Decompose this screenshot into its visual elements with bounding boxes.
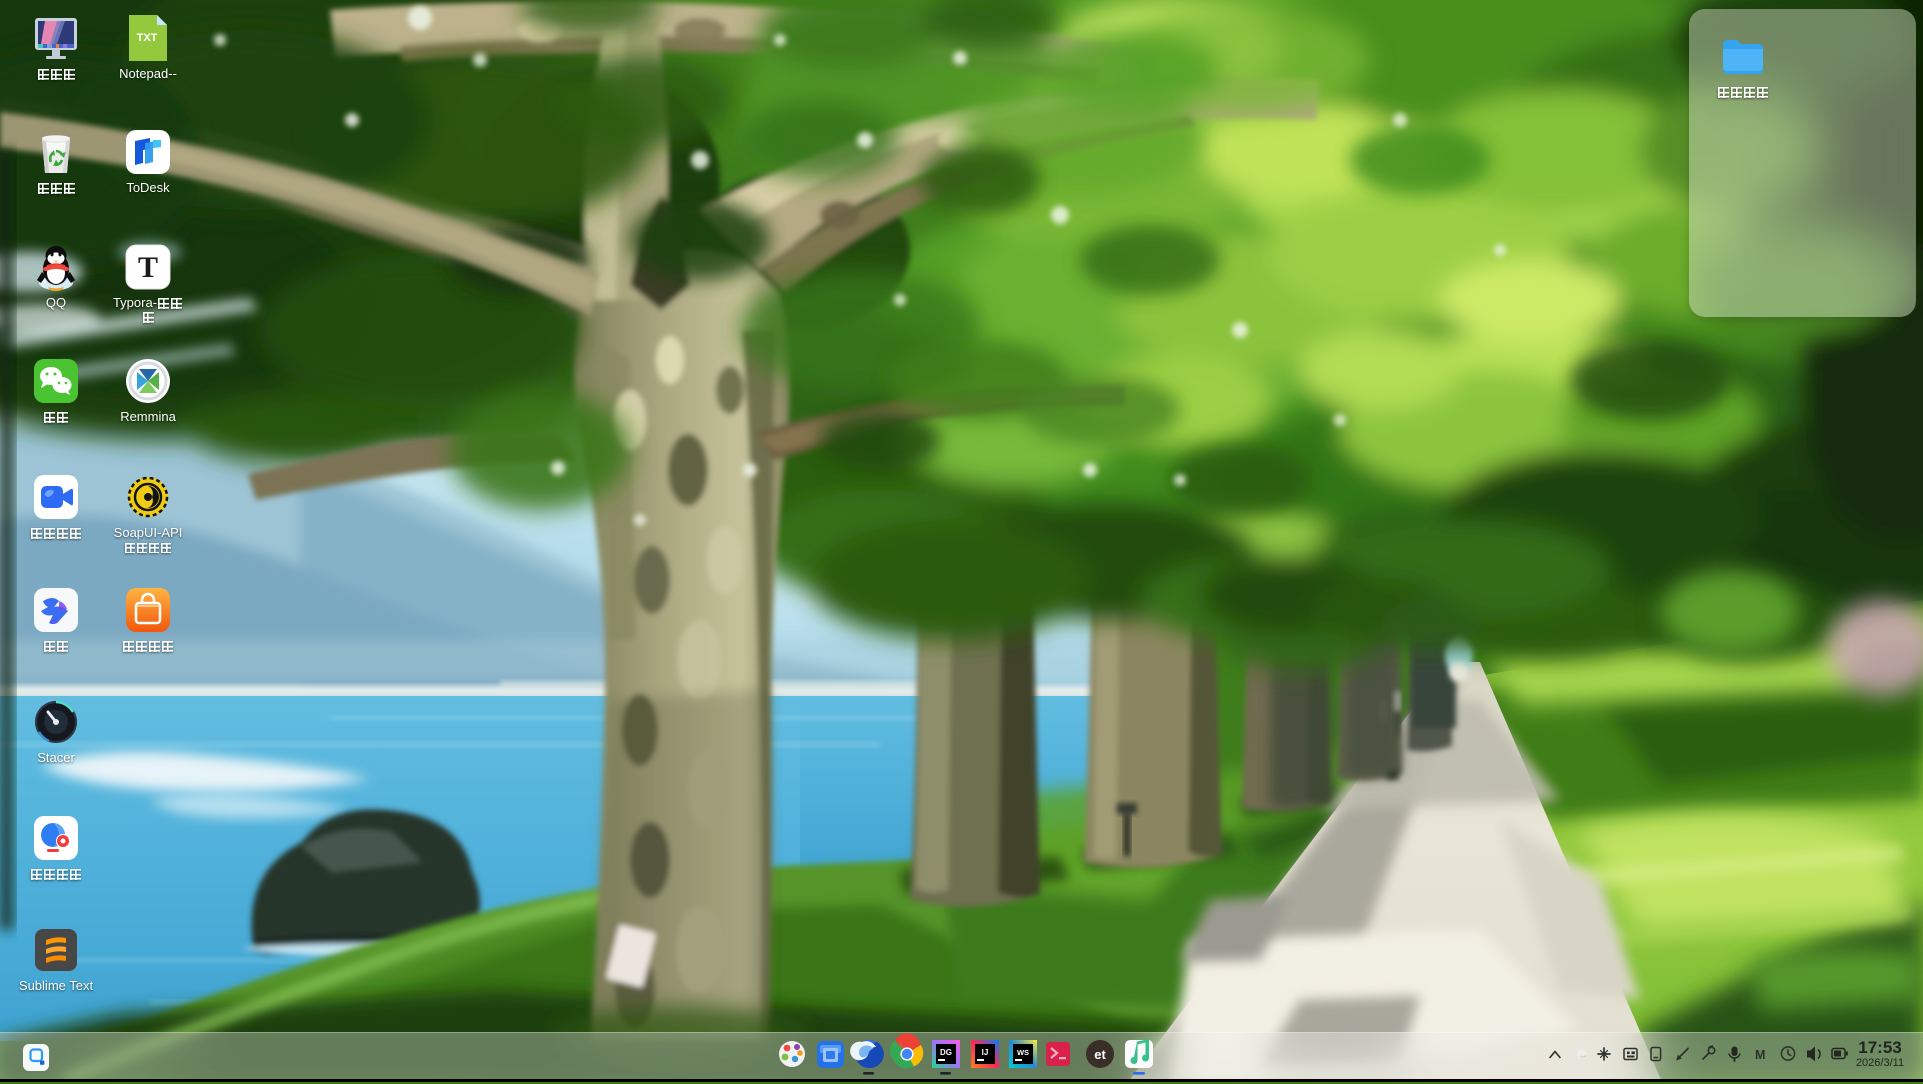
svg-text:DG: DG: [940, 1048, 952, 1057]
svg-text:M: M: [1755, 1048, 1765, 1062]
svg-text:TXT: TXT: [137, 32, 158, 44]
svg-text:et: et: [1094, 1047, 1106, 1062]
svg-text:WS: WS: [1017, 1048, 1029, 1057]
svg-text:T: T: [138, 251, 158, 284]
svg-text:IJ: IJ: [982, 1048, 989, 1057]
